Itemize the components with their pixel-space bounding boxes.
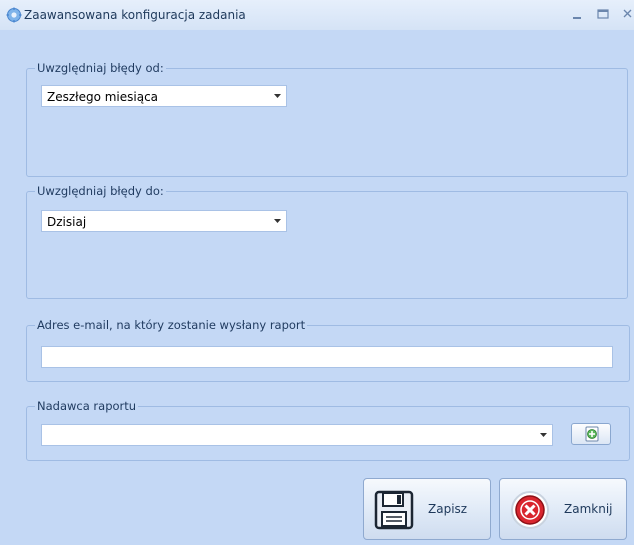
include-errors-to-group: Uwzględniaj błędy do: Dzisiaj (26, 184, 628, 299)
close-window-button[interactable] (620, 6, 634, 22)
include-errors-from-label: Uwzględniaj błędy od: (35, 61, 166, 75)
maximize-button[interactable] (594, 6, 612, 22)
include-errors-from-group: Uwzględniaj błędy od: Zeszłego miesiąca (26, 61, 628, 177)
minimize-button[interactable] (568, 6, 586, 22)
close-button-label: Zamknij (564, 502, 613, 516)
include-errors-to-label: Uwzględniaj błędy do: (35, 184, 166, 198)
chevron-down-icon[interactable] (271, 213, 284, 229)
chevron-down-icon[interactable] (271, 88, 284, 104)
add-sender-button[interactable] (571, 423, 611, 445)
include-errors-from-value: Zeszłego miesiąca (47, 90, 159, 104)
gear-icon (6, 7, 22, 23)
include-errors-to-select[interactable]: Dzisiaj (41, 210, 287, 232)
save-button[interactable]: Zapisz (363, 478, 491, 540)
floppy-disk-icon (374, 490, 414, 530)
window-title: Zaawansowana konfiguracja zadania (24, 8, 246, 22)
include-errors-to-value: Dzisiaj (47, 215, 87, 229)
report-sender-select[interactable] (41, 424, 553, 446)
save-button-label: Zapisz (428, 502, 468, 516)
report-email-input[interactable] (41, 346, 613, 368)
report-email-group: Adres e-mail, na który zostanie wysłany … (26, 318, 630, 382)
close-button[interactable]: Zamknij (499, 478, 627, 540)
close-circle-icon (511, 491, 549, 529)
include-errors-from-select[interactable]: Zeszłego miesiąca (41, 85, 287, 107)
report-sender-label: Nadawca raportu (35, 399, 139, 413)
chevron-down-icon[interactable] (537, 427, 550, 443)
task-config-window: Zaawansowana konfiguracja zadania Uwzglę… (0, 0, 634, 545)
report-email-label: Adres e-mail, na który zostanie wysłany … (35, 318, 308, 332)
title-bar[interactable]: Zaawansowana konfiguracja zadania (0, 0, 634, 30)
add-icon (585, 426, 599, 442)
report-sender-group: Nadawca raportu (26, 399, 630, 461)
